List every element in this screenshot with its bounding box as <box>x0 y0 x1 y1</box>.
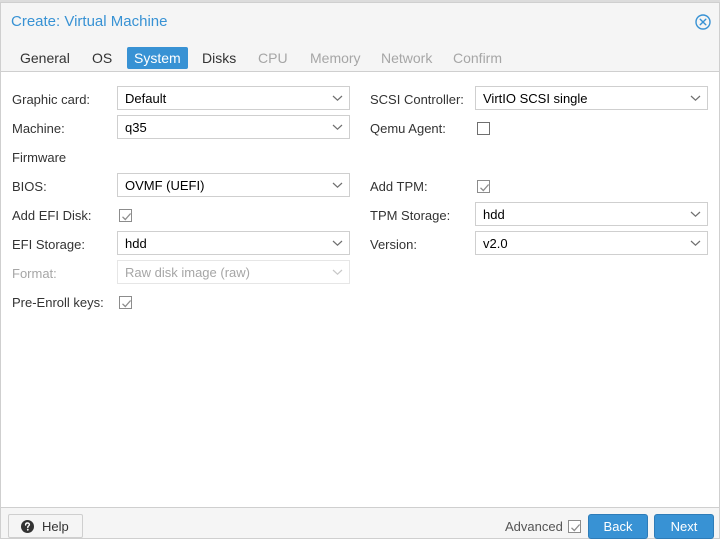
qemu-agent-label: Qemu Agent: <box>370 121 446 136</box>
tab-general[interactable]: General <box>13 47 77 69</box>
scsi-controller-combo[interactable]: VirtIO SCSI single <box>475 86 708 110</box>
checkmark-icon <box>480 184 490 192</box>
pre-enroll-keys-checkbox[interactable] <box>119 296 132 309</box>
graphic-card-label: Graphic card: <box>12 92 91 107</box>
tpm-storage-value: hdd <box>483 207 505 222</box>
question-circle-icon <box>21 520 34 533</box>
advanced-label: Advanced <box>505 519 563 534</box>
chevron-down-icon <box>332 182 343 189</box>
format-value: Raw disk image (raw) <box>125 265 250 280</box>
efi-storage-value: hdd <box>125 236 147 251</box>
chevron-down-icon <box>690 240 701 247</box>
wizard-footer: Help Advanced Back Next <box>1 507 719 539</box>
format-combo: Raw disk image (raw) <box>117 260 350 284</box>
bios-label: BIOS: <box>12 179 47 194</box>
help-button-label: Help <box>42 519 69 534</box>
efi-storage-label: EFI Storage: <box>12 237 85 252</box>
version-combo[interactable]: v2.0 <box>475 231 708 255</box>
checkmark-icon <box>122 213 132 221</box>
advanced-checkbox[interactable] <box>568 520 581 533</box>
version-label: Version: <box>370 237 417 252</box>
graphic-card-value: Default <box>125 91 167 106</box>
checkmark-icon <box>571 524 581 532</box>
tab-memory: Memory <box>310 50 361 66</box>
scsi-controller-label: SCSI Controller: <box>370 92 464 107</box>
tpm-storage-combo[interactable]: hdd <box>475 202 708 226</box>
chevron-down-icon <box>332 95 343 102</box>
add-tpm-checkbox[interactable] <box>477 180 490 193</box>
machine-label: Machine: <box>12 121 65 136</box>
chevron-down-icon <box>332 124 343 131</box>
tab-os[interactable]: OS <box>85 47 119 69</box>
qemu-agent-checkbox[interactable] <box>477 122 490 135</box>
tab-network: Network <box>381 50 433 66</box>
close-icon[interactable] <box>695 14 711 30</box>
checkmark-icon <box>122 300 132 308</box>
firmware-heading: Firmware <box>12 150 67 165</box>
format-label: Format: <box>12 266 57 281</box>
window-header: Create: Virtual Machine <box>1 3 719 41</box>
bios-combo[interactable]: OVMF (UEFI) <box>117 173 350 197</box>
pre-enroll-keys-label: Pre-Enroll keys: <box>12 295 104 310</box>
tab-disks[interactable]: Disks <box>195 47 243 69</box>
chevron-down-icon <box>690 95 701 102</box>
system-panel: Graphic card: Default Machine: q35 Firmw… <box>1 73 719 507</box>
add-tpm-label: Add TPM: <box>370 179 428 194</box>
tab-cpu: CPU <box>258 50 288 66</box>
help-button[interactable]: Help <box>8 514 83 538</box>
efi-storage-combo[interactable]: hdd <box>117 231 350 255</box>
scsi-controller-value: VirtIO SCSI single <box>483 91 588 106</box>
next-button[interactable]: Next <box>654 514 714 539</box>
chevron-down-icon <box>332 240 343 247</box>
chevron-down-icon <box>690 211 701 218</box>
create-vm-window: Create: Virtual Machine General OS Syste… <box>0 2 720 539</box>
tab-system[interactable]: System <box>127 47 188 69</box>
chevron-down-icon <box>332 269 343 276</box>
tab-confirm: Confirm <box>453 50 503 66</box>
tpm-storage-label: TPM Storage: <box>370 208 451 223</box>
back-button[interactable]: Back <box>588 514 648 539</box>
add-efi-disk-label: Add EFI Disk: <box>12 208 92 223</box>
machine-combo[interactable]: q35 <box>117 115 350 139</box>
bios-value: OVMF (UEFI) <box>125 178 205 193</box>
version-value: v2.0 <box>483 236 508 251</box>
window-title: Create: Virtual Machine <box>11 13 168 30</box>
graphic-card-combo[interactable]: Default <box>117 86 350 110</box>
wizard-tabbar: General OS System Disks CPU Memory Netwo… <box>1 41 719 72</box>
add-efi-disk-checkbox[interactable] <box>119 209 132 222</box>
machine-value: q35 <box>125 120 147 135</box>
